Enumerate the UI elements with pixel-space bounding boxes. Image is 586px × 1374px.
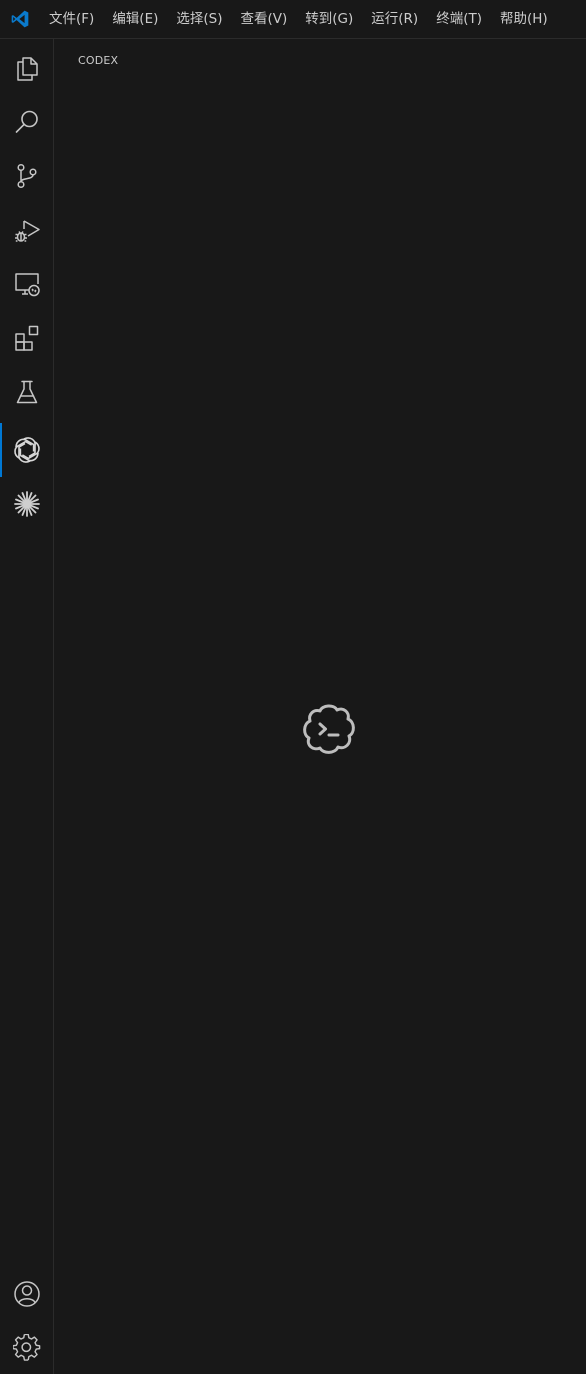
menu-view[interactable]: 查看(V) [232,0,297,39]
files-icon [17,57,38,81]
codex-panel: CODEX [54,39,586,1374]
activity-source-control[interactable] [0,149,54,203]
activity-explorer[interactable] [0,41,54,95]
activity-search[interactable] [0,95,54,149]
menu-edit[interactable]: 编辑(E) [103,0,167,39]
menu-bar: 文件(F) 编辑(E) 选择(S) 查看(V) 转到(G) 运行(R) 终端(T… [40,0,557,39]
extensions-icon [15,325,39,351]
menu-help[interactable]: 帮助(H) [491,0,557,39]
activity-testing[interactable] [0,365,54,419]
title-bar: 文件(F) 编辑(E) 选择(S) 查看(V) 转到(G) 运行(R) 终端(T… [0,0,586,39]
activity-run-debug[interactable] [0,203,54,257]
menu-terminal[interactable]: 终端(T) [427,0,491,39]
vscode-window: 文件(F) 编辑(E) 选择(S) 查看(V) 转到(G) 运行(R) 终端(T… [0,0,586,1374]
run-debug-icon [15,220,40,242]
search-icon [15,110,38,133]
menu-goto[interactable]: 转到(G) [296,0,362,39]
account-icon [14,1281,40,1307]
remote-explorer-icon [15,273,40,297]
activity-manage[interactable] [0,1321,54,1374]
claude-spark-icon [14,491,40,517]
gear-icon [13,1334,41,1361]
menu-selection[interactable]: 选择(S) [167,0,231,39]
vscode-logo-icon [0,0,40,39]
activity-remote-explorer[interactable] [0,257,54,311]
menu-run[interactable]: 运行(R) [362,0,427,39]
openai-icon [14,437,40,463]
beaker-icon [16,380,38,404]
activity-claude[interactable] [0,477,54,531]
activity-bar [0,39,54,1374]
source-control-icon [17,163,37,189]
activity-accounts[interactable] [0,1267,54,1321]
menu-file[interactable]: 文件(F) [40,0,103,39]
codex-cloud-terminal-icon [303,704,355,754]
panel-title: CODEX [78,54,119,67]
activity-codex[interactable] [0,423,54,477]
activity-extensions[interactable] [0,311,54,365]
